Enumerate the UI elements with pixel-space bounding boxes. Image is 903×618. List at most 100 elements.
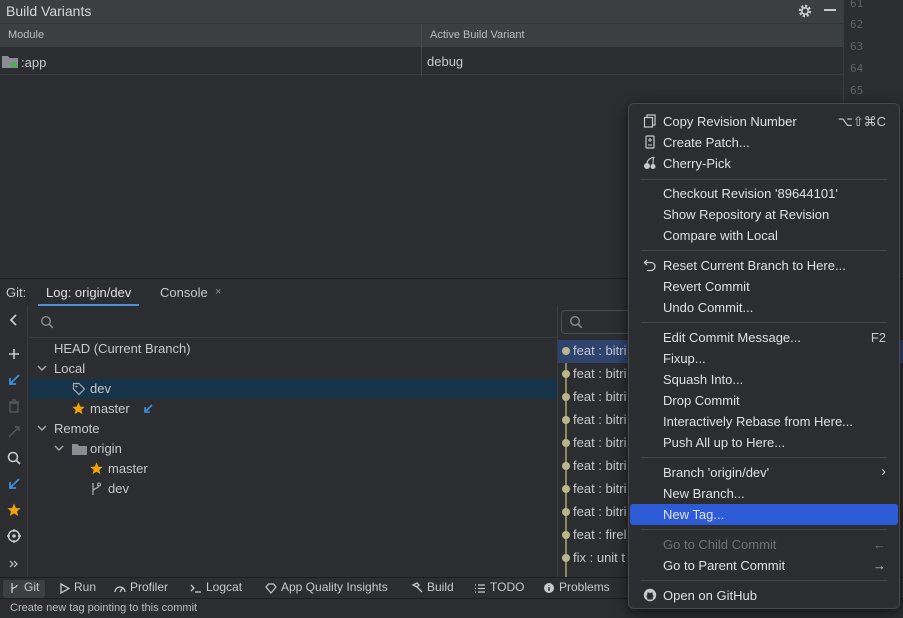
menu-item-undo-commit[interactable]: Undo Commit...	[630, 297, 898, 318]
tool-button-logcat[interactable]: Logcat	[190, 580, 242, 598]
tree-item-remote[interactable]: Remote	[29, 419, 557, 439]
menu-item-label: Show Repository at Revision	[663, 207, 830, 222]
menu-item-shortcut: ⌥⇧⌘C	[837, 114, 886, 129]
commit-message: feat : firel	[573, 527, 627, 542]
menu-item-interactively-rebase[interactable]: Interactively Rebase from Here...	[630, 411, 898, 432]
profiler-icon	[114, 586, 126, 593]
tool-button-git[interactable]: Git	[3, 580, 46, 598]
arrow-left-icon: ←	[873, 537, 886, 552]
menu-item-compare-with-local[interactable]: Compare with Local	[630, 225, 898, 246]
branch-search-input[interactable]	[29, 306, 557, 338]
tool-button-label: App Quality Insights	[281, 580, 388, 594]
star-icon[interactable]	[6, 502, 22, 518]
patch-icon	[645, 135, 655, 149]
chevron-down-icon[interactable]	[36, 422, 48, 434]
commit-context-menu: Copy Revision Number ⌥⇧⌘C Create Patch..…	[628, 103, 900, 609]
tool-button-problems[interactable]: Problems	[543, 580, 610, 598]
commit-dot	[562, 485, 570, 493]
plus-icon[interactable]	[6, 346, 22, 362]
commit-dot	[562, 508, 570, 516]
tab-console[interactable]: Console	[152, 279, 216, 306]
branch-icon	[92, 482, 102, 495]
tree-item-head[interactable]: HEAD (Current Branch)	[29, 339, 557, 359]
commit-dot	[562, 462, 570, 470]
tool-button-build[interactable]: Build	[411, 580, 454, 598]
cherry-icon	[644, 156, 656, 169]
tree-item-label: origin	[90, 441, 122, 456]
tool-button-app-quality-insights[interactable]: App Quality Insights	[265, 580, 388, 598]
commit-dot	[562, 347, 570, 355]
menu-item-cherry-pick[interactable]: Cherry-Pick	[630, 153, 898, 174]
variant-select[interactable]: debug	[427, 54, 463, 69]
menu-item-checkout-revision[interactable]: Checkout Revision '89644101'	[630, 183, 898, 204]
compare-icon[interactable]	[6, 424, 22, 440]
menu-item-label: Reset Current Branch to Here...	[663, 258, 846, 273]
gear-icon[interactable]	[797, 3, 813, 19]
menu-item-reset-current-branch[interactable]: Reset Current Branch to Here...	[630, 255, 898, 276]
menu-item-drop-commit[interactable]: Drop Commit	[630, 390, 898, 411]
github-icon	[643, 588, 657, 602]
copy-icon	[643, 114, 656, 128]
menu-item-label: Checkout Revision '89644101'	[663, 186, 838, 201]
menu-item-label: Undo Commit...	[663, 300, 754, 315]
menu-item-squash-into[interactable]: Squash Into...	[630, 369, 898, 390]
tree-item-label: Remote	[54, 421, 100, 436]
minimize-icon[interactable]	[824, 9, 836, 11]
chevron-down-icon[interactable]	[36, 362, 48, 374]
more-chevron-icon[interactable]	[9, 559, 19, 569]
menu-item-show-repository-at-revision[interactable]: Show Repository at Revision	[630, 204, 898, 225]
tree-item-origin-master[interactable]: master	[29, 459, 557, 479]
tool-button-todo[interactable]: TODO	[474, 580, 524, 598]
menu-item-fixup[interactable]: Fixup...	[630, 348, 898, 369]
line-number: 64	[850, 62, 864, 75]
tool-button-label: Problems	[559, 580, 610, 594]
search-icon[interactable]	[6, 450, 22, 466]
git-label: Git:	[6, 285, 27, 300]
menu-item-go-to-child-commit[interactable]: Go to Child Commit ←	[630, 534, 898, 555]
locate-icon[interactable]	[6, 528, 22, 544]
tree-item-origin[interactable]: origin	[29, 439, 557, 459]
chevron-down-icon[interactable]	[53, 442, 65, 454]
commit-message: feat : bitri	[573, 458, 627, 473]
tab-log[interactable]: Log: origin/dev	[38, 279, 140, 306]
fetch-arrow-icon[interactable]	[6, 476, 22, 492]
tool-button-run[interactable]: Run	[60, 580, 96, 598]
info-icon	[544, 583, 554, 593]
table-row[interactable]: :app debug	[0, 49, 843, 75]
tool-button-profiler[interactable]: Profiler	[114, 580, 168, 598]
menu-item-edit-commit-message[interactable]: Edit Commit Message... F2	[630, 327, 898, 348]
module-name: :app	[21, 55, 47, 70]
chevron-left-icon[interactable]	[6, 312, 22, 328]
menu-item-label: New Branch...	[663, 486, 745, 501]
menu-item-new-branch[interactable]: New Branch...	[630, 483, 898, 504]
menu-item-branch-origin-dev[interactable]: Branch 'origin/dev' ›	[630, 462, 898, 483]
menu-item-open-on-github[interactable]: Open on GitHub	[630, 585, 898, 606]
menu-item-label: Copy Revision Number	[663, 114, 797, 129]
menu-item-go-to-parent-commit[interactable]: Go to Parent Commit →	[630, 555, 898, 576]
tree-item-local-dev[interactable]: dev	[29, 379, 557, 399]
tree-item-origin-dev[interactable]: dev	[29, 479, 557, 499]
menu-separator	[641, 250, 887, 251]
menu-item-copy-revision-number[interactable]: Copy Revision Number ⌥⇧⌘C	[630, 111, 898, 132]
menu-separator	[641, 529, 887, 530]
commit-dot	[562, 439, 570, 447]
tree-item-label: HEAD (Current Branch)	[54, 341, 191, 356]
tree-item-local[interactable]: Local	[29, 359, 557, 379]
menu-item-push-all-up-to-here[interactable]: Push All up to Here...	[630, 432, 898, 453]
delete-icon[interactable]	[6, 398, 22, 414]
menu-item-create-patch[interactable]: Create Patch...	[630, 132, 898, 153]
update-arrow-icon[interactable]	[6, 372, 22, 388]
tool-button-label: Build	[427, 580, 454, 594]
menu-item-label: Revert Commit	[663, 279, 750, 294]
tree-item-local-master[interactable]: master	[29, 399, 557, 419]
menu-item-new-tag[interactable]: New Tag...	[630, 504, 898, 525]
menu-item-revert-commit[interactable]: Revert Commit	[630, 276, 898, 297]
line-number: 63	[850, 40, 864, 53]
menu-item-label: Interactively Rebase from Here...	[663, 414, 854, 429]
commit-dot	[562, 531, 570, 539]
menu-item-label: Push All up to Here...	[663, 435, 786, 450]
line-number: 61	[850, 0, 864, 10]
close-icon[interactable]: ×	[215, 286, 221, 298]
commit-dot	[562, 554, 570, 562]
menu-item-label: Compare with Local	[663, 228, 778, 243]
